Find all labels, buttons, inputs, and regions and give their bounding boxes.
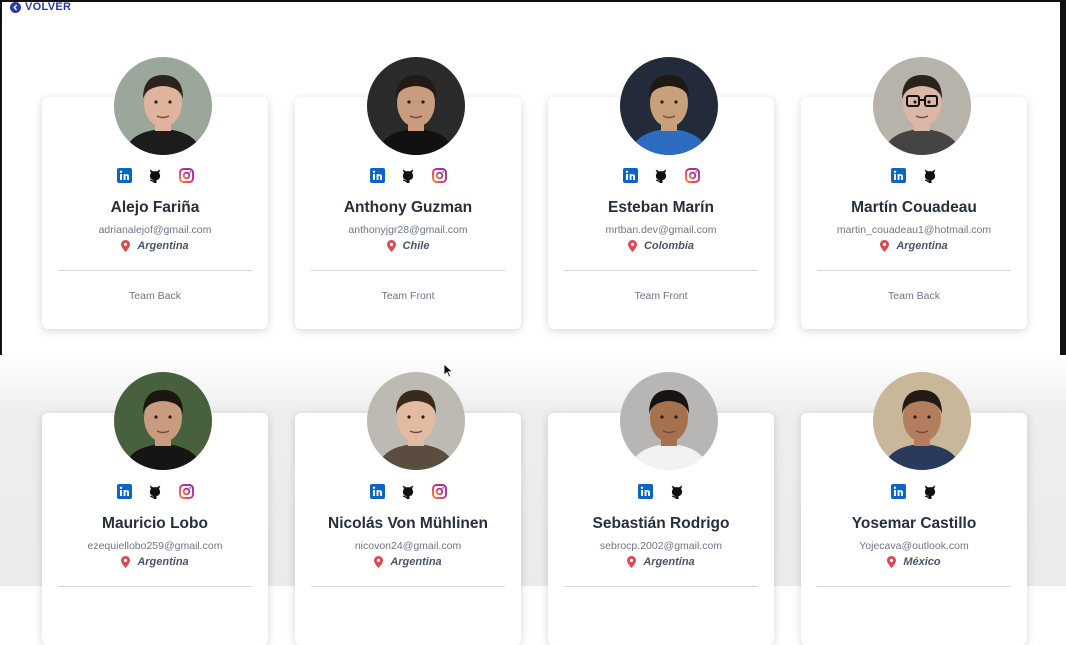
social-links [295, 483, 521, 500]
member-location: Argentina [42, 240, 268, 252]
card-divider [817, 270, 1011, 271]
linkedin-icon[interactable] [622, 167, 639, 184]
map-pin-icon [627, 556, 637, 568]
instagram-icon[interactable] [178, 483, 195, 500]
github-icon[interactable] [653, 167, 670, 184]
linkedin-icon[interactable] [369, 167, 386, 184]
map-pin-icon [386, 240, 396, 252]
member-avatar [873, 372, 971, 470]
linkedin-icon[interactable] [116, 483, 133, 500]
card-divider [564, 586, 758, 587]
map-pin-icon [121, 240, 131, 252]
member-avatar [114, 57, 212, 155]
back-label: VOLVER [25, 1, 72, 13]
card-divider [564, 270, 758, 271]
member-country: Colombia [643, 240, 695, 252]
member-avatar [620, 372, 718, 470]
member-location: Argentina [801, 240, 1027, 252]
member-location: Argentina [295, 556, 521, 568]
linkedin-icon[interactable] [116, 167, 133, 184]
member-email: martin_couadeau1@hotmail.com [836, 224, 992, 236]
member-location: México [801, 556, 1027, 568]
member-name: Mauricio Lobo [102, 515, 208, 532]
member-country: Argentina [896, 240, 948, 252]
member-location: Colombia [548, 240, 774, 252]
github-icon[interactable] [400, 167, 417, 184]
member-avatar [367, 372, 465, 470]
mouse-cursor-icon [443, 363, 454, 378]
linkedin-icon[interactable] [890, 167, 907, 184]
member-team: Team Front [381, 290, 435, 302]
member-country: Argentina [137, 240, 189, 252]
member-name: Martín Couadeau [851, 199, 977, 216]
github-icon[interactable] [147, 483, 164, 500]
github-icon[interactable] [921, 483, 938, 500]
card-divider [311, 586, 505, 587]
member-name: Nicolás Von Mühlinen [328, 515, 488, 532]
member-country: Chile [402, 240, 430, 252]
map-pin-icon [374, 556, 384, 568]
member-team: Team Back [129, 290, 181, 302]
github-icon[interactable] [400, 483, 417, 500]
member-avatar [367, 57, 465, 155]
member-email: ezequiellobo259@gmail.com [87, 540, 223, 552]
card-divider [311, 270, 505, 271]
github-icon[interactable] [147, 167, 164, 184]
card-divider [58, 270, 252, 271]
member-name: Anthony Guzman [343, 199, 473, 216]
member-email: adrianalejof@gmail.com [98, 224, 212, 236]
member-email: Yojecava@outlook.com [859, 540, 969, 552]
card-divider [817, 586, 1011, 587]
social-links [295, 167, 521, 184]
member-avatar [873, 57, 971, 155]
map-pin-icon [887, 556, 897, 568]
member-location: Argentina [548, 556, 774, 568]
social-links [548, 483, 774, 500]
member-team: Team Front [634, 290, 688, 302]
social-links [42, 167, 268, 184]
instagram-icon[interactable] [684, 167, 701, 184]
member-name: Alejo Fariña [110, 199, 200, 216]
member-country: Argentina [137, 556, 189, 568]
chevron-left-icon [10, 1, 21, 13]
member-name: Yosemar Castillo [851, 515, 977, 532]
social-links [548, 167, 774, 184]
linkedin-icon[interactable] [637, 483, 654, 500]
linkedin-icon[interactable] [369, 483, 386, 500]
member-email: anthonyjgr28@gmail.com [348, 224, 468, 236]
member-country: Argentina [390, 556, 442, 568]
social-links [801, 483, 1027, 500]
map-pin-icon [627, 240, 637, 252]
member-location: Chile [295, 240, 521, 252]
member-country: Argentina [643, 556, 695, 568]
member-email: mrtban.dev@gmail.com [605, 224, 717, 236]
linkedin-icon[interactable] [890, 483, 907, 500]
github-icon[interactable] [668, 483, 685, 500]
member-email: sebrocp.2002@gmail.com [599, 540, 723, 552]
github-icon[interactable] [921, 167, 938, 184]
map-pin-icon [880, 240, 890, 252]
card-divider [58, 586, 252, 587]
map-pin-icon [121, 556, 131, 568]
instagram-icon[interactable] [431, 483, 448, 500]
member-email: nicovon24@gmail.com [354, 540, 462, 552]
member-avatar [620, 57, 718, 155]
social-links [801, 167, 1027, 184]
member-name: Sebastián Rodrigo [592, 515, 730, 532]
member-team: Team Back [888, 290, 940, 302]
window-frame-top [0, 0, 1066, 2]
member-name: Esteban Marín [608, 199, 714, 216]
instagram-icon[interactable] [178, 167, 195, 184]
member-location: Argentina [42, 556, 268, 568]
member-country: México [903, 556, 941, 568]
back-button[interactable]: VOLVER [10, 0, 71, 14]
member-avatar [114, 372, 212, 470]
social-links [42, 483, 268, 500]
instagram-icon[interactable] [431, 167, 448, 184]
